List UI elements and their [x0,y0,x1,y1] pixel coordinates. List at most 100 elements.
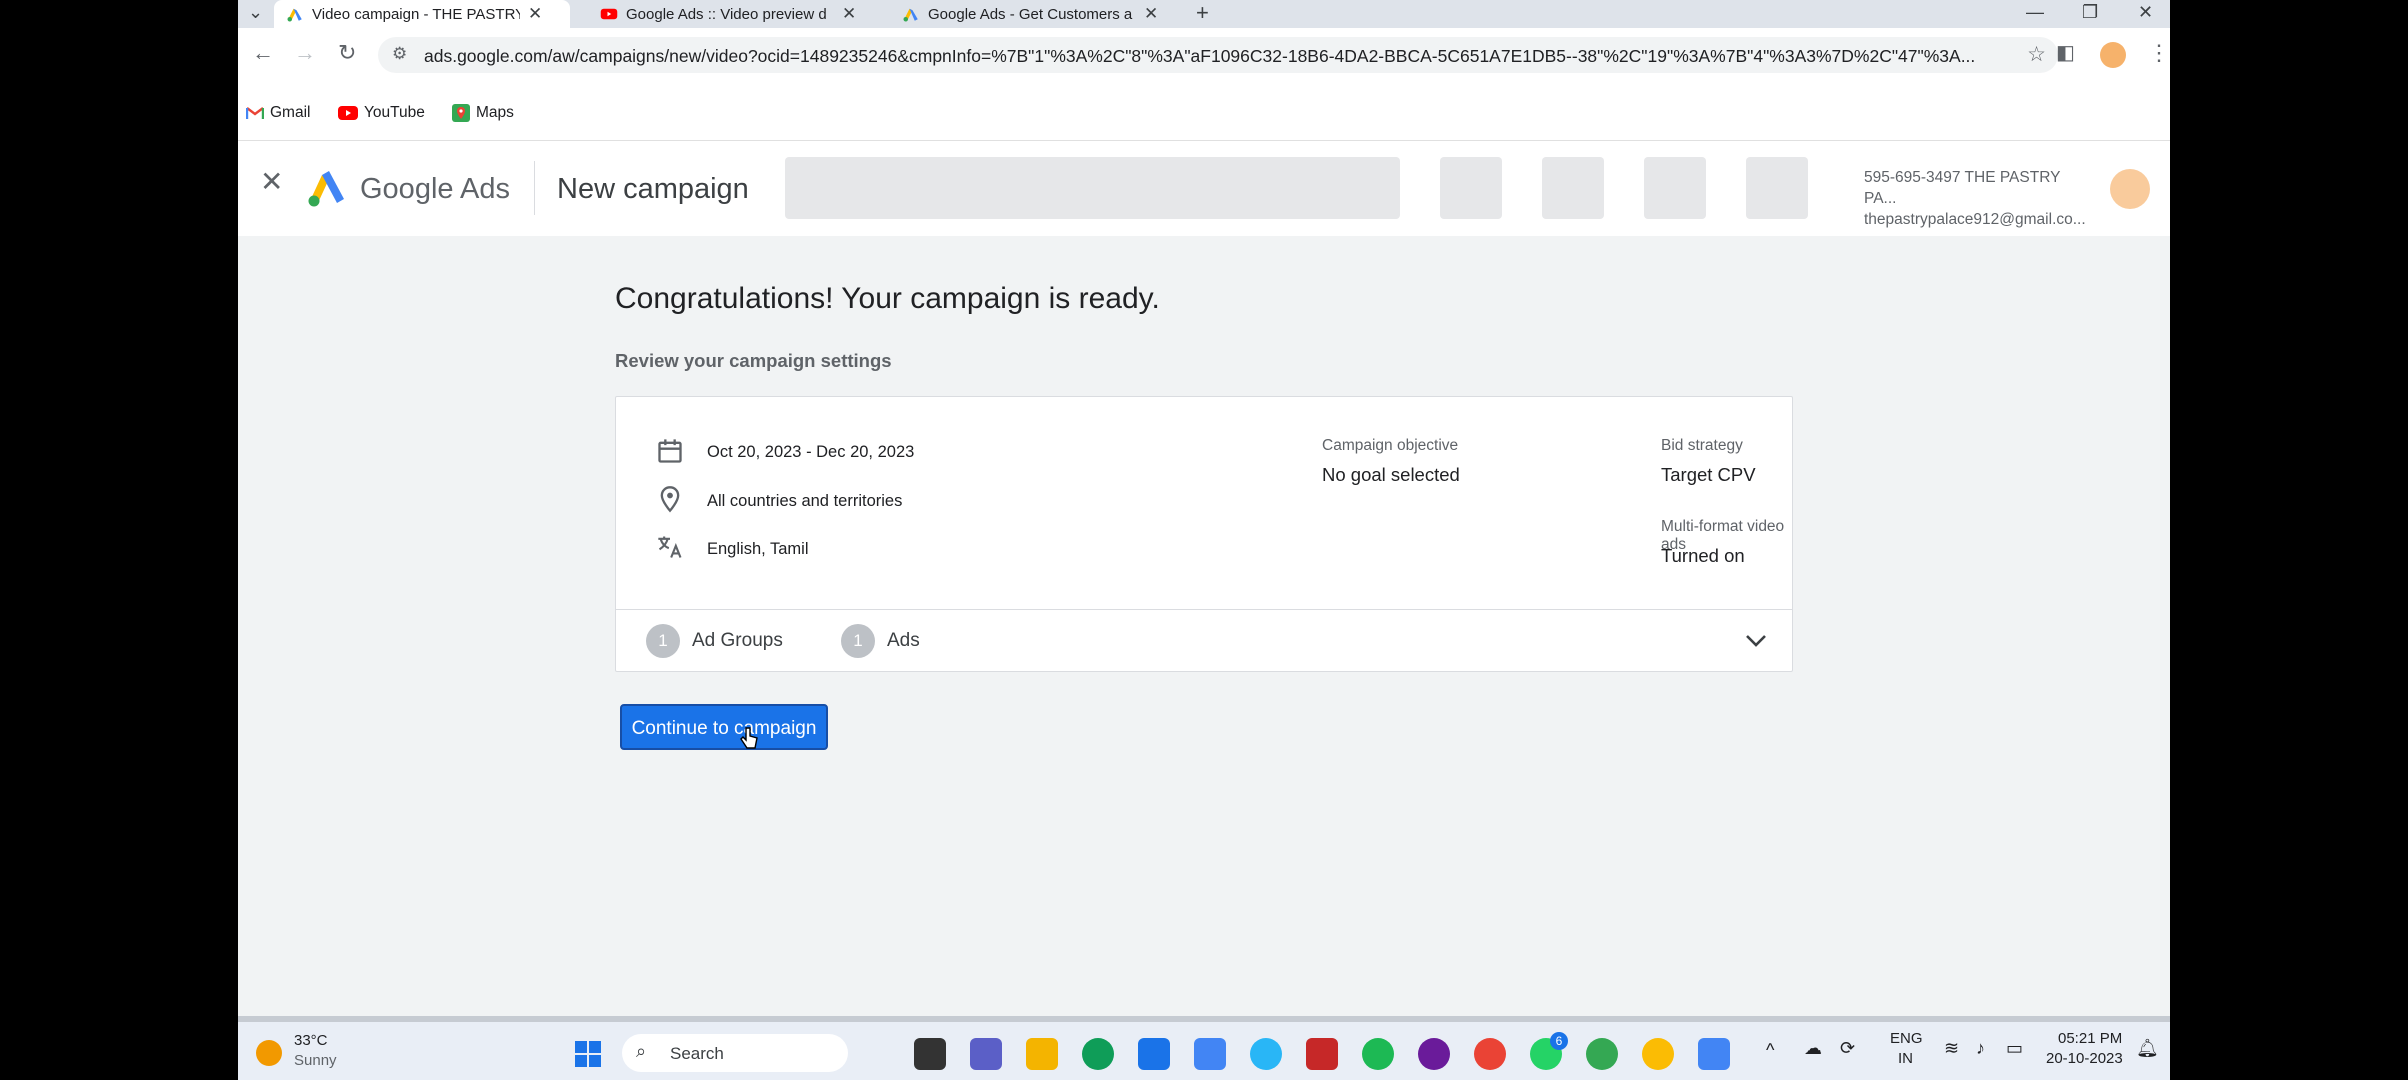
hand-cursor-icon [740,727,758,749]
tab-strip: ⌄ Video campaign - THE PASTRY ✕ Google A… [238,0,2170,28]
account-info[interactable]: 595-695-3497 THE PASTRY PA... thepastryp… [1864,167,2094,230]
back-icon[interactable]: ← [252,40,274,66]
taskbar-search[interactable]: ⌕ Search [622,1034,848,1072]
browser-toolbar: ← → ↻ ⚙ ads.google.com/aw/campaigns/new/… [238,28,2170,108]
tab-label: Video campaign - THE PASTRY [312,5,520,23]
bookmarks-bar [238,100,2170,140]
location-icon [660,486,680,513]
spotify-icon[interactable] [1362,1038,1394,1070]
minimize-icon[interactable]: — [2026,2,2044,23]
google-ads-icon [903,8,918,22]
review-subheading: Review your campaign settings [615,350,892,371]
youtube-icon [600,8,618,20]
profile-avatar[interactable] [2100,42,2126,68]
ads-label: Ads [887,630,920,651]
account-id: 595-695-3497 THE PASTRY PA... [1864,169,2061,207]
app-icon[interactable] [914,1038,946,1070]
notification-bell-icon[interactable]: 🔔︎ [2136,1038,2159,1059]
close-icon[interactable]: ✕ [260,165,283,198]
forward-icon[interactable]: → [294,40,316,66]
chrome-icon[interactable] [1642,1038,1674,1070]
battery-icon[interactable]: ▭ [2006,1038,2023,1059]
header-button-placeholder[interactable] [1440,157,1502,219]
bookmark-gmail[interactable]: Gmail [246,104,310,122]
notification-badge: 6 [1550,1032,1568,1050]
campaign-summary-card: Oct 20, 2023 - Dec 20, 2023 All countrie… [615,396,1793,672]
store-icon[interactable] [1138,1038,1170,1070]
teams-icon[interactable] [970,1038,1002,1070]
tab-get-customers[interactable]: Google Ads - Get Customers a ✕ [890,0,1180,28]
youtube-icon [338,106,358,120]
campaign-dates: Oct 20, 2023 - Dec 20, 2023 [707,443,915,461]
tab-search-icon[interactable]: ⌄ [248,2,263,23]
language-code[interactable]: ENG [1890,1030,1923,1047]
account-email: thepastrypalace912@gmail.co... [1864,211,2086,228]
tab-label: Google Ads :: Video preview d [626,5,827,23]
search-placeholder[interactable] [785,157,1400,219]
windows-start-icon[interactable] [572,1038,604,1070]
bookmark-label: Maps [476,104,514,121]
multiformat-value: Turned on [1661,545,1745,566]
bookmark-label: YouTube [364,104,425,121]
app-icon[interactable] [1194,1038,1226,1070]
page-heading: Congratulations! Your campaign is ready. [615,282,1160,315]
close-icon[interactable]: ✕ [1144,4,1158,24]
ad-groups-count: 1 [646,624,680,658]
avatar[interactable] [2110,169,2150,209]
weather-condition: Sunny [294,1052,337,1069]
chevron-down-icon[interactable] [1744,631,1768,651]
address-bar[interactable]: ⚙ ads.google.com/aw/campaigns/new/video?… [378,37,2058,73]
new-tab-icon[interactable]: + [1196,0,1209,26]
site-info-icon[interactable]: ⚙ [392,44,407,64]
divider [534,161,535,215]
ads-header: ✕ Google Ads New campaign 595-695-3497 T… [238,140,2170,236]
bookmark-youtube[interactable]: YouTube [338,104,425,122]
side-panel-icon[interactable]: ◧ [2056,40,2075,65]
continue-to-campaign-button[interactable]: Continue to campaign [620,704,828,750]
ads-count: 1 [841,624,875,658]
edge-icon[interactable] [1082,1038,1114,1070]
header-button-placeholder[interactable] [1644,157,1706,219]
clock-time[interactable]: 05:21 PM [2058,1030,2122,1047]
star-icon[interactable]: ☆ [2027,42,2046,67]
tab-video-campaign[interactable]: Video campaign - THE PASTRY ✕ [274,0,570,28]
reload-icon[interactable]: ↻ [338,40,356,66]
window-close-icon[interactable]: ✕ [2138,2,2153,23]
menu-icon[interactable]: ⋮ [2148,40,2170,66]
sync-icon[interactable]: ⟳ [1840,1038,1855,1059]
ad-groups-label: Ad Groups [692,630,783,651]
objective-value: No goal selected [1322,464,1460,485]
header-button-placeholder[interactable] [1542,157,1604,219]
objective-label: Campaign objective [1322,437,1459,454]
clock-date[interactable]: 20-10-2023 [2046,1050,2123,1067]
security-icon[interactable] [1306,1038,1338,1070]
app-icon[interactable] [1418,1038,1450,1070]
language-region[interactable]: IN [1898,1050,1913,1067]
bid-strategy-label: Bid strategy [1661,437,1743,454]
close-icon[interactable]: ✕ [528,4,542,24]
chevron-up-icon[interactable]: ^ [1766,1040,1774,1061]
url-text: ads.google.com/aw/campaigns/new/video?oc… [424,46,1974,66]
restore-icon[interactable]: ❐ [2082,2,2098,23]
volume-icon[interactable]: ♪ [1976,1038,1985,1059]
app-icon[interactable] [1250,1038,1282,1070]
maps-icon [452,104,470,122]
bookmark-maps[interactable]: Maps [452,104,514,122]
chrome-icon[interactable] [1474,1038,1506,1070]
bid-strategy-value: Target CPV [1661,464,1756,485]
weather-sun-icon[interactable] [256,1040,282,1066]
header-button-placeholder[interactable] [1746,157,1808,219]
divider [616,609,1792,610]
chrome-icon[interactable] [1586,1038,1618,1070]
snipping-tool-icon[interactable] [1698,1038,1730,1070]
file-explorer-icon[interactable] [1026,1038,1058,1070]
taskbar: 33°C Sunny ⌕ Search 6 ^ ☁ ⟳ ENG IN ≋ ♪ ▭… [238,1016,2170,1080]
cloud-icon[interactable]: ☁ [1804,1038,1822,1059]
close-icon[interactable]: ✕ [842,4,856,24]
product-name: Google Ads [360,173,510,205]
tab-video-preview[interactable]: Google Ads :: Video preview d ✕ [590,0,870,28]
page-title: New campaign [557,173,749,205]
campaign-languages: English, Tamil [707,540,809,558]
wifi-icon[interactable]: ≋ [1944,1038,1959,1059]
translate-icon [658,536,682,558]
